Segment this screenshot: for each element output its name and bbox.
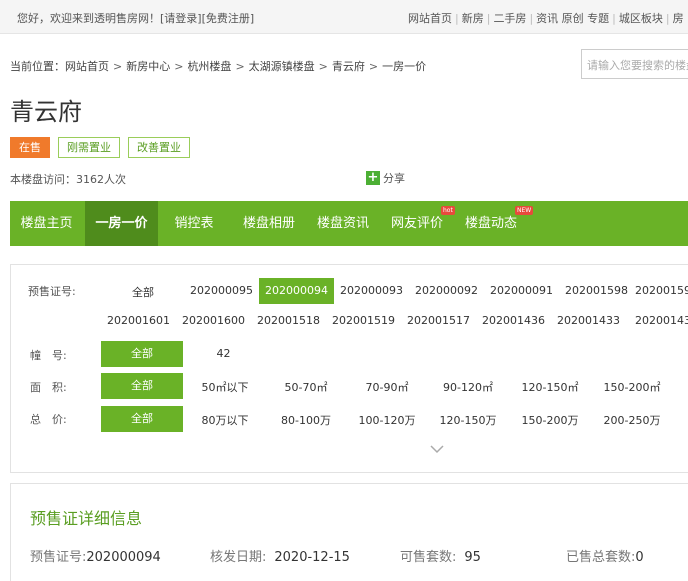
visit-count: 本楼盘访问：3162人次 xyxy=(10,173,126,186)
login-link[interactable]: [请登录] xyxy=(160,12,202,25)
area-option-selected[interactable]: 全部 xyxy=(101,373,183,399)
sold-units-value: 0 xyxy=(635,550,644,565)
permit-option[interactable]: 202001436 xyxy=(476,314,551,327)
tab-sales-control[interactable]: 销控表 xyxy=(160,201,228,246)
issue-date-value: 2020-12-15 xyxy=(274,550,350,565)
top-link-districts[interactable]: 城区板块 xyxy=(619,12,663,25)
breadcrumb-new-house[interactable]: 新房中心 xyxy=(126,60,170,73)
tag-first-home: 刚需置业 xyxy=(58,137,120,158)
price-option[interactable]: 80万以下 xyxy=(186,412,264,428)
breadcrumb-prefix: 当前位置： xyxy=(10,60,65,73)
top-nav: 网站首页 | 新房 | 二手房 | 资讯 原创 专题 | 城区板块 | 房 xyxy=(408,12,684,25)
building-option[interactable]: 42 xyxy=(206,347,241,360)
register-link[interactable]: [免费注册] xyxy=(202,12,255,25)
status-badge: 在售 xyxy=(10,137,50,158)
breadcrumb-current: 一房一价 xyxy=(382,60,427,73)
sold-units-label: 已售总套数: xyxy=(566,550,636,565)
plus-icon: + xyxy=(366,170,380,185)
permit-option[interactable]: 202001601 xyxy=(101,314,176,327)
breadcrumb-hangzhou[interactable]: 杭州楼盘 xyxy=(187,60,231,73)
available-units-label: 可售套数: xyxy=(400,550,457,565)
price-option[interactable]: 200-250万 xyxy=(593,412,671,428)
tab-news[interactable]: 楼盘资讯 xyxy=(308,201,378,246)
available-units-value: 95 xyxy=(464,550,481,565)
top-bar: 您好，欢迎来到透明售房网！[请登录][免费注册] 网站首页 | 新房 | 二手房 | 资讯 … xyxy=(0,0,688,34)
hot-badge: hot xyxy=(441,206,455,215)
permit-option-selected[interactable]: 202000094 xyxy=(259,278,334,304)
project-tags: 在售 刚需置业 改善置业 xyxy=(10,137,190,158)
price-label: 总 价: xyxy=(30,413,67,426)
tag-upgrade: 改善置业 xyxy=(128,137,190,158)
top-link-more[interactable]: 房 xyxy=(673,12,684,25)
tab-project-home[interactable]: 楼盘主页 xyxy=(10,201,83,246)
area-option[interactable]: 70-90㎡ xyxy=(348,379,426,395)
welcome-text: 您好，欢迎来到透明售房网！[请登录][免费注册] xyxy=(17,10,254,26)
filter-panel: 预售证号: 全部 202000095 202000094 202000093 2… xyxy=(10,264,688,473)
issue-date-field: 核发日期: 2020-12-15 xyxy=(210,546,350,565)
permit-number-field: 预售证号:202000094 xyxy=(30,546,161,565)
permit-number-value: 202000094 xyxy=(86,550,161,565)
top-link-second-hand[interactable]: 二手房 xyxy=(493,12,526,25)
share-button[interactable]: + 分享 xyxy=(366,170,405,186)
page-title: 青云府 xyxy=(10,98,82,126)
area-option[interactable]: 90-120㎡ xyxy=(429,379,507,395)
search-input[interactable]: 请输入您要搜索的楼盘 xyxy=(581,49,688,79)
breadcrumb: 当前位置：网站首页 > 新房中心 > 杭州楼盘 > 太湖源镇楼盘 > 青云府 > 一房一价 xyxy=(10,60,427,73)
building-label: 幢 号: xyxy=(30,349,67,362)
share-label: 分享 xyxy=(383,172,405,185)
available-units-field: 可售套数: 95 xyxy=(400,546,481,565)
permit-option[interactable]: 202001600 xyxy=(176,314,251,327)
welcome-message: 您好，欢迎来到透明售房网！ xyxy=(17,12,160,25)
sold-units-field: 已售总套数:0 xyxy=(566,546,644,565)
permit-option[interactable]: 202001517 xyxy=(401,314,476,327)
price-option[interactable]: 120-150万 xyxy=(429,412,507,428)
price-option[interactable]: 150-200万 xyxy=(511,412,589,428)
permit-label: 预售证号: xyxy=(28,285,76,298)
section-title: 预售证详细信息 xyxy=(30,509,143,528)
breadcrumb-town[interactable]: 太湖源镇楼盘 xyxy=(249,60,315,73)
top-link-new-house[interactable]: 新房 xyxy=(462,12,484,25)
permit-option[interactable]: 全部 xyxy=(114,284,172,300)
permit-option[interactable]: 202000092 xyxy=(409,284,484,297)
issue-date-label: 核发日期: xyxy=(210,550,267,565)
price-option[interactable]: 100-120万 xyxy=(348,412,426,428)
permit-option[interactable]: 20200159 xyxy=(635,284,688,297)
permit-option[interactable]: 202001519 xyxy=(326,314,401,327)
top-link-home[interactable]: 网站首页 xyxy=(408,12,452,25)
tab-price-list[interactable]: 一房一价 xyxy=(85,201,158,246)
area-option[interactable]: 150-200㎡ xyxy=(593,379,671,395)
main-nav: 楼盘主页 一房一价 销控表 楼盘相册 楼盘资讯 网友评价 hot 楼盘动态 NE… xyxy=(10,201,688,246)
breadcrumb-project[interactable]: 青云府 xyxy=(332,60,365,73)
price-option[interactable]: 80-100万 xyxy=(267,412,345,428)
area-option[interactable]: 50㎡以下 xyxy=(186,379,264,395)
permit-option[interactable]: 202000091 xyxy=(484,284,559,297)
price-option-selected[interactable]: 全部 xyxy=(101,406,183,432)
area-option[interactable]: 120-150㎡ xyxy=(511,379,589,395)
tab-photos[interactable]: 楼盘相册 xyxy=(234,201,304,246)
top-link-news[interactable]: 资讯 原创 专题 xyxy=(536,12,609,25)
permit-option[interactable]: 202001518 xyxy=(251,314,326,327)
permit-option[interactable]: 202001598 xyxy=(559,284,634,297)
area-label: 面 积: xyxy=(30,381,67,394)
permit-option[interactable]: 202000095 xyxy=(184,284,259,297)
new-badge: NEW xyxy=(515,206,534,215)
permit-option[interactable]: 202001433 xyxy=(551,314,626,327)
permit-option[interactable]: 202000093 xyxy=(334,284,409,297)
area-option[interactable]: 50-70㎡ xyxy=(267,379,345,395)
building-option-selected[interactable]: 全部 xyxy=(101,341,183,367)
permit-detail-panel: 预售证详细信息 预售证号:202000094 核发日期: 2020-12-15 可… xyxy=(10,483,688,581)
permit-option[interactable]: 20200143 xyxy=(635,314,688,327)
chevron-down-icon[interactable] xyxy=(429,441,445,457)
permit-number-label: 预售证号: xyxy=(30,550,87,565)
breadcrumb-home[interactable]: 网站首页 xyxy=(65,60,109,73)
